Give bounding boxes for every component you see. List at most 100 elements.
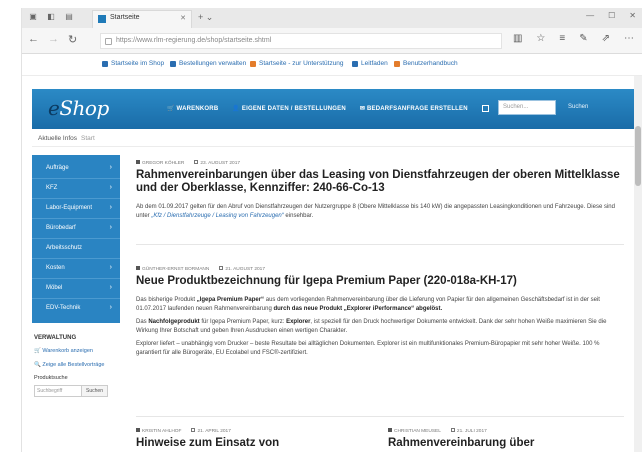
breadcrumb: Aktuelle Infos Start bbox=[32, 131, 634, 147]
sidebar-item-kfz[interactable]: KFZ › bbox=[32, 179, 120, 199]
chevron-right-icon: › bbox=[109, 224, 112, 231]
url-text: https://www.rlm-regierung.de/shop/starts… bbox=[116, 37, 272, 44]
article-title[interactable]: Neue Produktbezeichnung für Igepa Premiu… bbox=[136, 275, 624, 288]
reading-view-icon[interactable]: ▥ bbox=[513, 33, 522, 44]
article-2: GÜNTHER-ERNST BORMANN 21. AUGUST 2017 Ne… bbox=[136, 266, 624, 358]
article-paragraph-2: Das Nachfolgeprodukt für Igepa Premium P… bbox=[136, 319, 607, 334]
web-page: eShop 🛒 WARENKORB 👤 EIGENE DATEN / BESTE… bbox=[22, 76, 634, 452]
calendar-icon bbox=[191, 428, 196, 432]
favorite-link-2[interactable]: Bestellungen verwalten bbox=[170, 60, 246, 67]
user-icon bbox=[136, 266, 140, 270]
favorite-star-icon[interactable]: ☆ bbox=[536, 33, 545, 44]
favorite-link-5[interactable]: Benutzerhandbuch bbox=[394, 60, 458, 67]
article-body: Ab dem 01.09.2017 gelten für den Abruf v… bbox=[136, 204, 615, 219]
vertical-scrollbar[interactable] bbox=[634, 76, 642, 452]
date: 21. AUGUST 2017 bbox=[219, 266, 265, 272]
refresh-icon[interactable]: ↻ bbox=[68, 33, 77, 46]
more-icon[interactable]: ⋯ bbox=[624, 33, 634, 44]
article-meta: CHRISTIAN MEUSEL 21. JULI 2017 bbox=[388, 428, 618, 434]
sidebar-item-auftraege[interactable]: Aufträge › bbox=[32, 159, 120, 179]
article-link[interactable]: „Kfz / Dienstfahrzeuge / Leasing von Fah… bbox=[151, 213, 283, 219]
back-arrow-icon[interactable]: ← bbox=[28, 33, 39, 45]
tab-title: Startseite bbox=[110, 14, 140, 21]
article-title[interactable]: Hinweise zum Einsatz von bbox=[136, 437, 366, 450]
tab-aside-icon[interactable]: ◧ bbox=[46, 12, 56, 22]
browser-window: ▣ ◧ ▤ Startseite ✕ + ⌄ — ☐ ✕ ← → ↻ https… bbox=[22, 8, 642, 452]
sidebar: Aufträge › KFZ › Labor-Equipment › Bürobeda… bbox=[32, 155, 122, 397]
sidebar-item-moebel[interactable]: Möbel › bbox=[32, 279, 120, 299]
sidebar-item-buero[interactable]: Bürobedarf › bbox=[32, 219, 120, 239]
favorite-link-3[interactable]: Startseite - zur Unterstützung bbox=[250, 60, 344, 67]
article-paragraph-1: Das bisherige Produkt „Igepa Premium Pap… bbox=[136, 297, 600, 312]
page-icon: ▤ bbox=[65, 12, 73, 21]
author: GREGOR KÖHLER bbox=[136, 160, 184, 166]
tab-active[interactable]: Startseite ✕ bbox=[92, 10, 192, 28]
lock-icon bbox=[105, 38, 112, 45]
minimize-icon[interactable]: — bbox=[586, 11, 594, 20]
favorite-icon bbox=[352, 60, 358, 67]
favorite-icon bbox=[394, 60, 400, 67]
hub-icon[interactable]: ≡ bbox=[559, 33, 565, 44]
calendar-icon bbox=[450, 428, 455, 432]
show-orders-link[interactable]: 🔍 Zeige alle Bestellvorträge bbox=[32, 361, 122, 369]
window-controls: — ☐ ✕ bbox=[586, 11, 636, 20]
article-3: KRISTIN AHLHOF 21. APRIL 2017 Hinweise z… bbox=[136, 428, 366, 450]
eshop-logo[interactable]: eShop bbox=[48, 96, 109, 120]
date: 21. JULI 2017 bbox=[450, 428, 487, 434]
article-meta: GREGOR KÖHLER 23. AUGUST 2017 bbox=[136, 160, 624, 166]
favorite-icon bbox=[170, 60, 176, 67]
chevron-right-icon: › bbox=[109, 204, 112, 211]
shop-search-button[interactable]: Suchen bbox=[568, 104, 588, 110]
sidebar-item-kosten[interactable]: Kosten › bbox=[32, 259, 120, 279]
address-bar: ← → ↻ https://www.rlm-regierung.de/shop/… bbox=[22, 28, 642, 54]
new-tab-icon[interactable]: + ⌄ bbox=[198, 12, 213, 23]
nav-request[interactable]: ✉ BEDARFSANFRAGE ERSTELLEN bbox=[360, 105, 468, 112]
sidebar-heading: VERWALTUNG bbox=[34, 335, 77, 341]
chevron-right-icon: › bbox=[109, 264, 112, 271]
tab-preview-icon[interactable]: ▣ bbox=[28, 12, 38, 22]
favorite-icon bbox=[250, 60, 256, 67]
tab-bar: ▣ ◧ ▤ Startseite ✕ + ⌄ — ☐ ✕ bbox=[22, 8, 642, 28]
site-favicon-icon bbox=[98, 15, 106, 23]
sidebar-item-arbeitsschutz[interactable]: Arbeitsschutz bbox=[32, 239, 120, 259]
article-title[interactable]: Rahmenvereinbarungen über das Leasing vo… bbox=[136, 169, 624, 195]
sidebar-item-edv[interactable]: EDV-Technik › bbox=[32, 299, 120, 319]
nav-own-data[interactable]: 👤 EIGENE DATEN / BESTELLUNGEN bbox=[232, 105, 346, 112]
show-cart-link[interactable]: 🛒 Warenkorb anzeigen bbox=[32, 347, 122, 355]
product-search-button[interactable]: Suchen bbox=[82, 385, 108, 397]
notes-pen-icon[interactable]: ✎ bbox=[579, 33, 587, 44]
chevron-right-icon: › bbox=[109, 164, 112, 171]
share-icon[interactable]: ⇗ bbox=[602, 33, 610, 44]
close-window-icon[interactable]: ✕ bbox=[629, 11, 636, 20]
breadcrumb-link[interactable]: Start bbox=[81, 135, 95, 142]
article-1: GREGOR KÖHLER 23. AUGUST 2017 Rahmenvere… bbox=[136, 160, 624, 221]
favorite-link-4[interactable]: Leitfaden bbox=[352, 60, 388, 67]
nav-cart[interactable]: 🛒 WARENKORB bbox=[167, 105, 218, 112]
url-field[interactable]: https://www.rlm-regierung.de/shop/starts… bbox=[100, 33, 502, 49]
scrollbar-thumb[interactable] bbox=[635, 126, 641, 186]
user-icon bbox=[136, 428, 140, 432]
product-search-row: Suchbegriff Suchen bbox=[32, 385, 122, 397]
top-navigation: 🛒 WARENKORB 👤 EIGENE DATEN / BESTELLUNGE… bbox=[167, 105, 489, 112]
sidebar-item-labor[interactable]: Labor-Equipment › bbox=[32, 199, 120, 219]
article-meta: GÜNTHER-ERNST BORMANN 21. AUGUST 2017 bbox=[136, 266, 624, 272]
product-search-input[interactable]: Suchbegriff bbox=[34, 385, 82, 397]
calendar-icon bbox=[219, 266, 224, 270]
article-title[interactable]: Rahmenvereinbarung über bbox=[388, 437, 618, 450]
grid-menu-icon[interactable] bbox=[481, 105, 489, 112]
breadcrumb-current: Aktuelle Infos bbox=[38, 135, 78, 142]
chevron-right-icon: › bbox=[109, 284, 112, 291]
close-tab-icon[interactable]: ✕ bbox=[180, 14, 186, 22]
shop-search-input[interactable]: Suchen... bbox=[498, 100, 556, 115]
category-menu: Aufträge › KFZ › Labor-Equipment › Bürobeda… bbox=[32, 155, 120, 323]
product-search-label: Produktsuche bbox=[34, 375, 68, 381]
divider bbox=[136, 416, 624, 417]
article-paragraph-3: Explorer liefert – unabhängig vom Drucke… bbox=[136, 341, 600, 356]
article-4: CHRISTIAN MEUSEL 21. JULI 2017 Rahmenver… bbox=[388, 428, 618, 450]
maximize-icon[interactable]: ☐ bbox=[608, 11, 615, 20]
desktop: ▣ ◧ ▤ Startseite ✕ + ⌄ — ☐ ✕ ← → ↻ https… bbox=[0, 0, 642, 452]
forward-arrow-icon[interactable]: → bbox=[48, 33, 59, 45]
author: CHRISTIAN MEUSEL bbox=[388, 428, 441, 434]
favorite-link-1[interactable]: Startseite im Shop bbox=[102, 60, 164, 67]
author: KRISTIN AHLHOF bbox=[136, 428, 181, 434]
